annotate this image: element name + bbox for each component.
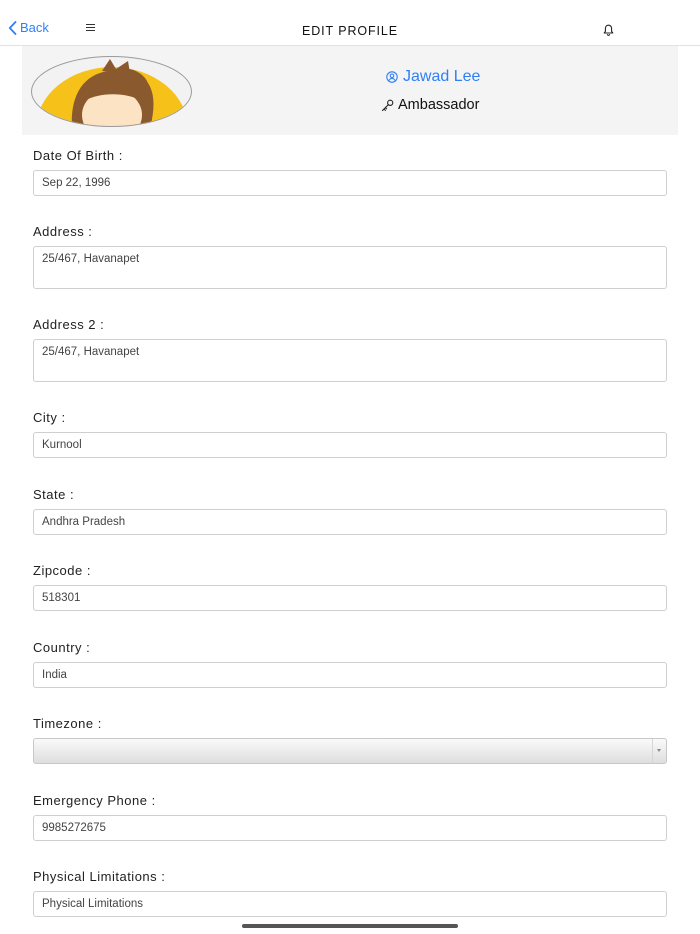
address2-field[interactable]: 25/467, Havanapet	[33, 339, 667, 382]
emergency-phone-label: Emergency Phone :	[33, 793, 156, 808]
home-indicator[interactable]	[242, 924, 458, 928]
zipcode-label: Zipcode :	[33, 563, 91, 578]
top-navigation-bar: Back EDIT PROFILE	[0, 0, 700, 46]
key-icon	[381, 99, 394, 111]
city-field[interactable]: Kurnool	[33, 432, 667, 458]
address-field[interactable]: 25/467, Havanapet	[33, 246, 667, 289]
profile-header: Jawad Lee Ambassador	[22, 46, 678, 135]
city-label: City :	[33, 410, 66, 425]
avatar-illustration	[36, 59, 188, 126]
dob-field[interactable]: Sep 22, 1996	[33, 170, 667, 196]
timezone-select[interactable]	[33, 738, 667, 764]
dropdown-arrow-icon	[652, 739, 666, 763]
address2-label: Address 2 :	[33, 317, 105, 332]
zipcode-field[interactable]: 518301	[33, 585, 667, 611]
state-label: State :	[33, 487, 75, 502]
avatar[interactable]	[31, 56, 192, 127]
user-circle-icon	[386, 71, 398, 83]
physical-limitations-label: Physical Limitations :	[33, 869, 166, 884]
state-field[interactable]: Andhra Pradesh	[33, 509, 667, 535]
profile-name-row: Jawad Lee	[386, 68, 480, 86]
physical-limitations-field[interactable]: Physical Limitations	[33, 891, 667, 917]
emergency-phone-field[interactable]: 9985272675	[33, 815, 667, 841]
profile-role-row: Ambassador	[381, 97, 479, 113]
dob-label: Date Of Birth :	[33, 148, 123, 163]
address-label: Address :	[33, 224, 93, 239]
profile-name: Jawad Lee	[403, 68, 481, 85]
page-title: EDIT PROFILE	[301, 24, 398, 38]
timezone-label: Timezone :	[33, 716, 102, 731]
profile-role: Ambassador	[398, 97, 480, 113]
bell-icon[interactable]	[603, 24, 614, 36]
country-label: Country :	[33, 640, 91, 655]
country-field[interactable]: India	[33, 662, 667, 688]
